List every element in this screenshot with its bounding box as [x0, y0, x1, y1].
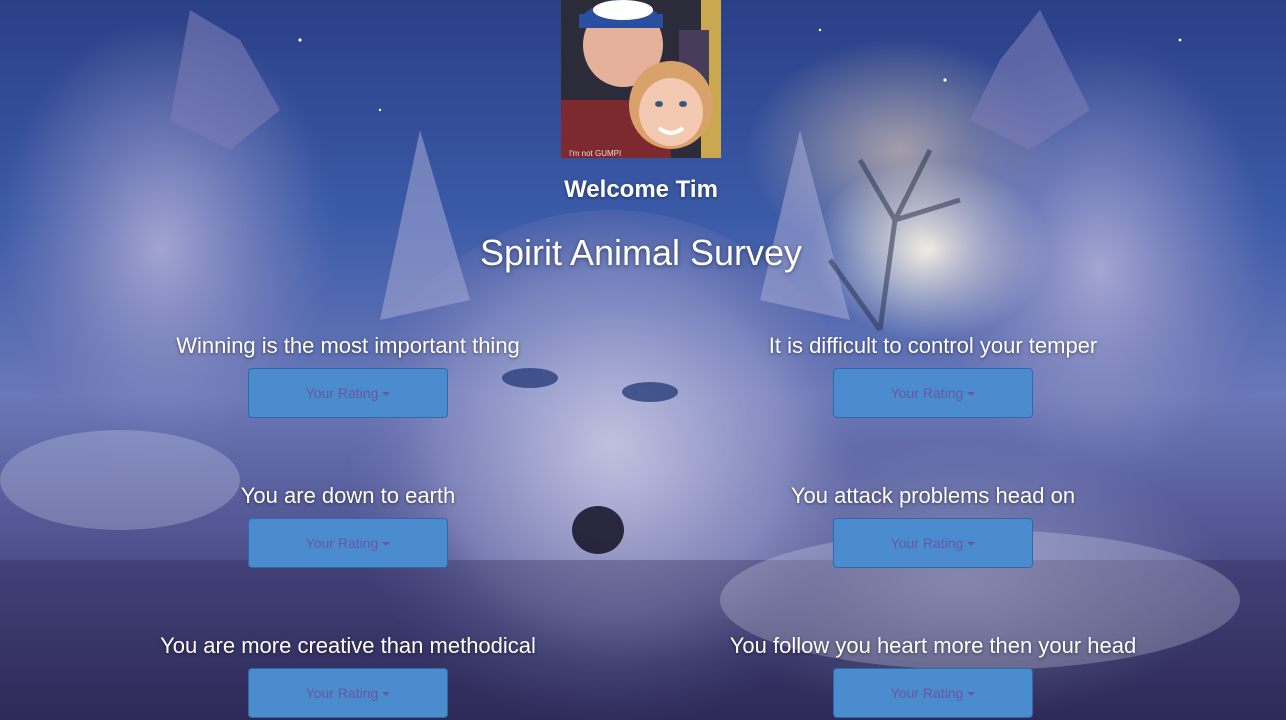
question-item: You follow you heart more then your head…: [633, 632, 1233, 718]
survey-page: I'm not GUMPI Welcome Tim Spirit Animal …: [0, 0, 1286, 720]
question-text: It is difficult to control your temper: [768, 333, 1098, 358]
welcome-message: Welcome Tim: [564, 176, 718, 203]
question-text: You attack problems head on: [790, 483, 1076, 508]
question-text: You are down to earth: [240, 483, 456, 508]
question-text: You are more creative than methodical: [160, 633, 536, 658]
profile-photo: I'm not GUMPI: [561, 0, 721, 158]
rating-button-label: Your Rating: [890, 535, 964, 551]
rating-dropdown-button[interactable]: Your Rating: [248, 518, 448, 568]
question-item: It is difficult to control your temper Y…: [633, 332, 1233, 418]
shirt-text: I'm not GUMPI: [569, 149, 621, 158]
rating-dropdown-button[interactable]: Your Rating: [833, 518, 1033, 568]
question-item: You attack problems head on Your Rating: [633, 482, 1233, 568]
rating-button-label: Your Rating: [890, 685, 964, 701]
page-title: Spirit Animal Survey: [479, 232, 803, 273]
rating-dropdown-button[interactable]: Your Rating: [248, 668, 448, 718]
rating-button-label: Your Rating: [305, 535, 379, 551]
caret-down-icon: [382, 392, 391, 397]
caret-down-icon: [382, 542, 391, 547]
caret-down-icon: [382, 692, 391, 697]
question-item: You are down to earth Your Rating: [48, 482, 648, 568]
avatar: I'm not GUMPI: [561, 0, 721, 158]
caret-down-icon: [967, 692, 976, 697]
question-text: Winning is the most important thing: [176, 333, 520, 358]
rating-dropdown-button[interactable]: Your Rating: [833, 668, 1033, 718]
caret-down-icon: [967, 542, 976, 547]
rating-button-label: Your Rating: [305, 685, 379, 701]
caret-down-icon: [967, 392, 976, 397]
rating-dropdown-button[interactable]: Your Rating: [248, 368, 448, 418]
rating-button-label: Your Rating: [890, 385, 964, 401]
question-item: Winning is the most important thing Your…: [48, 332, 648, 418]
rating-dropdown-button[interactable]: Your Rating: [833, 368, 1033, 418]
question-item: You are more creative than methodical Yo…: [48, 632, 648, 718]
rating-button-label: Your Rating: [305, 385, 379, 401]
question-text: You follow you heart more then your head: [729, 633, 1137, 658]
